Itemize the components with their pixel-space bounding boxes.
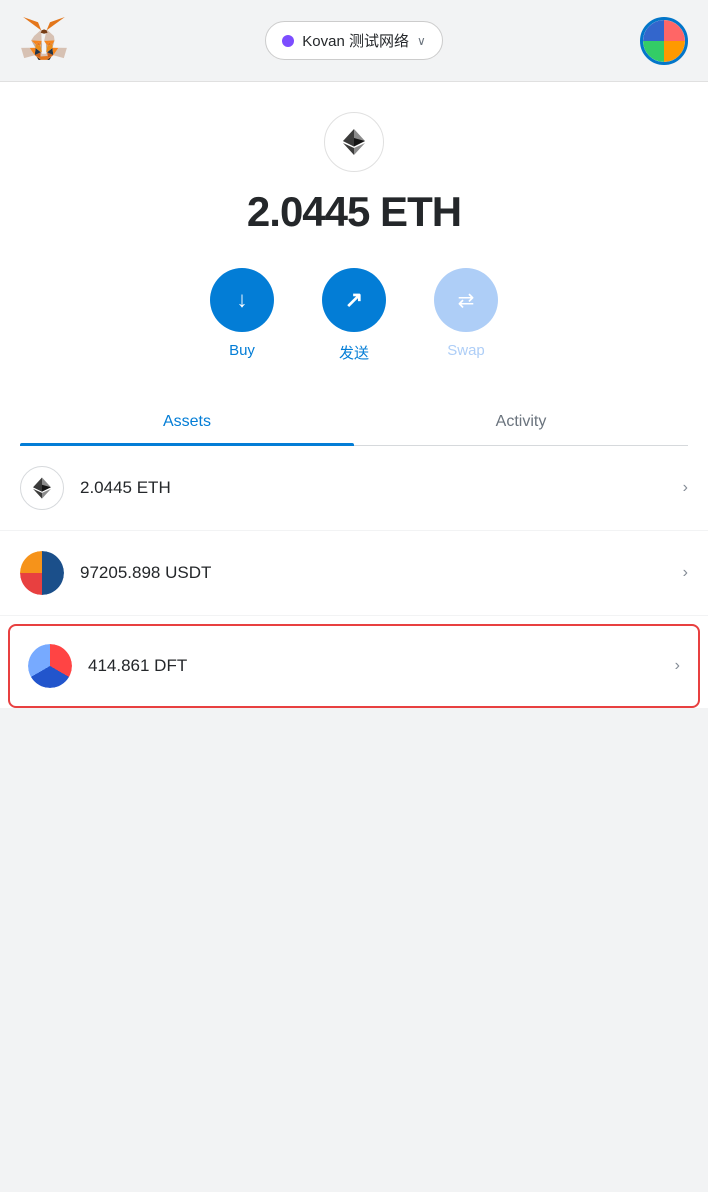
dft-chevron-icon: › xyxy=(675,657,680,675)
asset-item-dft[interactable]: 414.861 DFT › xyxy=(8,624,700,708)
usdt-chevron-icon: › xyxy=(683,564,688,582)
network-name: Kovan 测试网络 xyxy=(302,30,409,51)
buy-icon-circle: ↓ xyxy=(210,268,274,332)
send-icon-circle: ↗ xyxy=(322,268,386,332)
swap-label: Swap xyxy=(447,342,485,359)
buy-label: Buy xyxy=(229,342,255,359)
eth-asset-amount: 2.0445 ETH xyxy=(80,478,683,498)
avatar-graphic xyxy=(643,20,685,62)
download-icon: ↓ xyxy=(237,287,248,313)
swap-icon: ⇄ xyxy=(458,288,475,313)
swap-button-container[interactable]: ⇄ Swap xyxy=(434,268,498,363)
eth-main-icon xyxy=(324,112,384,172)
main-content: 2.0445 ETH ↓ Buy ↗ 发送 ⇄ Swap Assets Acti… xyxy=(0,82,708,446)
dft-asset-icon xyxy=(28,644,72,688)
metamask-logo xyxy=(20,14,68,67)
app-header: Kovan 测试网络 ∨ xyxy=(0,0,708,82)
eth-asset-icon xyxy=(20,466,64,510)
send-icon: ↗ xyxy=(345,287,363,313)
usdt-asset-icon xyxy=(20,551,64,595)
send-button-container[interactable]: ↗ 发送 xyxy=(322,268,386,363)
action-buttons: ↓ Buy ↗ 发送 ⇄ Swap xyxy=(20,268,688,363)
dft-asset-amount: 414.861 DFT xyxy=(88,656,675,676)
asset-item-usdt[interactable]: 97205.898 USDT › xyxy=(0,531,708,616)
asset-item-eth[interactable]: 2.0445 ETH › xyxy=(0,446,708,531)
tab-assets[interactable]: Assets xyxy=(20,399,354,445)
eth-chevron-icon: › xyxy=(683,479,688,497)
balance-container: 2.0445 ETH xyxy=(20,188,688,236)
avatar[interactable] xyxy=(640,17,688,65)
asset-list: 2.0445 ETH › 97205.898 USDT › 414.861 DF… xyxy=(0,446,708,708)
send-label: 发送 xyxy=(339,342,369,363)
buy-button-container[interactable]: ↓ Buy xyxy=(210,268,274,363)
balance-amount: 2.0445 ETH xyxy=(247,188,461,235)
usdt-asset-amount: 97205.898 USDT xyxy=(80,563,683,583)
tab-activity[interactable]: Activity xyxy=(354,399,688,445)
tabs-container: Assets Activity xyxy=(20,399,688,446)
network-selector[interactable]: Kovan 测试网络 ∨ xyxy=(265,21,443,60)
eth-icon-container xyxy=(20,112,688,172)
network-dot xyxy=(282,35,294,47)
swap-icon-circle: ⇄ xyxy=(434,268,498,332)
chevron-down-icon: ∨ xyxy=(417,34,426,48)
